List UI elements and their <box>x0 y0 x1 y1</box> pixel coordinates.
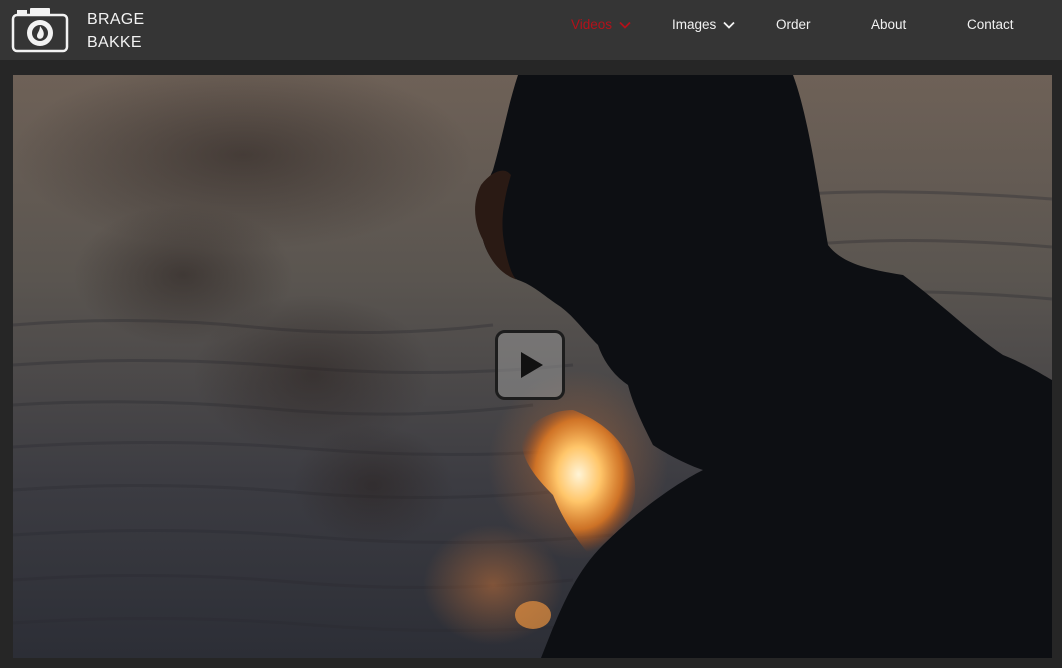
nav-item-contact[interactable]: Contact <box>967 15 1014 35</box>
nav-item-order[interactable]: Order <box>776 15 811 35</box>
chevron-down-icon <box>619 21 631 29</box>
nav-item-about[interactable]: About <box>871 15 906 35</box>
nav-item-images[interactable]: Images <box>672 15 735 35</box>
nav-item-about-label: About <box>871 17 907 32</box>
nav-item-images-label: Images <box>672 17 717 32</box>
nav-item-videos-label: Videos <box>571 17 613 32</box>
main-nav: Videos Images Order About Contact <box>0 0 1062 52</box>
nav-item-contact-label: Contact <box>967 17 1014 32</box>
play-icon <box>521 352 543 378</box>
play-button[interactable] <box>495 330 565 400</box>
site-header: BRAGE BAKKE Videos Images Order About Co… <box>0 0 1062 60</box>
video-player[interactable] <box>13 75 1052 658</box>
nav-item-videos[interactable]: Videos <box>571 15 631 35</box>
chevron-down-icon <box>723 21 735 29</box>
nav-item-order-label: Order <box>776 17 811 32</box>
